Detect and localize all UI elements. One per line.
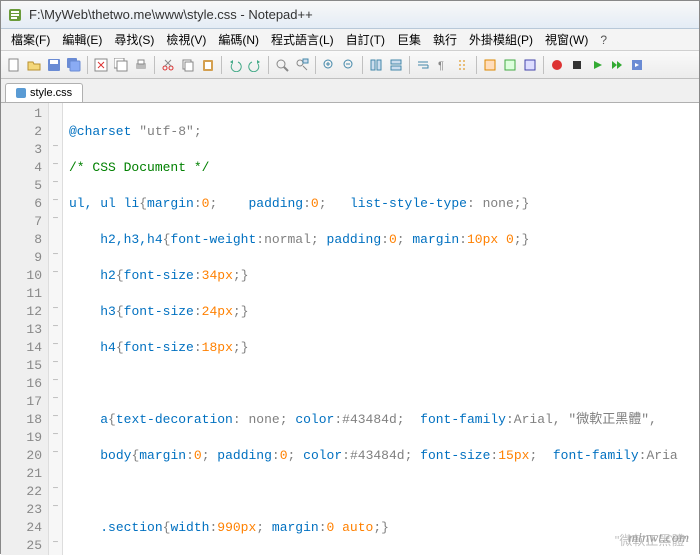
menu-search[interactable]: 尋找(S): [108, 29, 160, 50]
paste-button[interactable]: [199, 56, 217, 74]
line-number-gutter: 1234567891011121314151617181920212223242…: [1, 103, 49, 555]
code-area[interactable]: @charset "utf-8"; /* CSS Document */ ul,…: [63, 103, 699, 555]
menu-file[interactable]: 檔案(F): [5, 29, 56, 50]
doc-map-button[interactable]: [501, 56, 519, 74]
toolbar-separator: [409, 56, 410, 74]
tab-bar: style.css: [1, 79, 699, 103]
macro-play-button[interactable]: [588, 56, 606, 74]
cut-button[interactable]: [159, 56, 177, 74]
indent-guide-button[interactable]: [454, 56, 472, 74]
menu-encoding[interactable]: 編碼(N): [212, 29, 265, 50]
find-button[interactable]: [273, 56, 291, 74]
toolbar-separator: [154, 56, 155, 74]
zoom-out-button[interactable]: [340, 56, 358, 74]
sync-v-button[interactable]: [367, 56, 385, 74]
print-button[interactable]: [132, 56, 150, 74]
svg-text:¶: ¶: [438, 60, 444, 72]
menu-plugins[interactable]: 外掛模組(P): [463, 29, 539, 50]
open-file-button[interactable]: [25, 56, 43, 74]
save-button[interactable]: [45, 56, 63, 74]
macro-stop-button[interactable]: [568, 56, 586, 74]
editor[interactable]: 1234567891011121314151617181920212223242…: [1, 103, 699, 555]
menu-language[interactable]: 程式語言(L): [265, 29, 340, 50]
toolbar: ¶: [1, 51, 699, 79]
menu-run[interactable]: 執行: [427, 29, 463, 50]
tab-stylecss[interactable]: style.css: [5, 83, 83, 102]
toolbar-separator: [315, 56, 316, 74]
macro-record-button[interactable]: [548, 56, 566, 74]
menu-bar: 檔案(F) 編輯(E) 尋找(S) 檢視(V) 編碼(N) 程式語言(L) 自訂…: [1, 29, 699, 51]
redo-button[interactable]: [246, 56, 264, 74]
save-all-button[interactable]: [65, 56, 83, 74]
undo-button[interactable]: [226, 56, 244, 74]
toolbar-separator: [476, 56, 477, 74]
copy-button[interactable]: [179, 56, 197, 74]
toolbar-separator: [268, 56, 269, 74]
menu-settings[interactable]: 自訂(T): [340, 29, 391, 50]
toolbar-separator: [87, 56, 88, 74]
lang-button[interactable]: [481, 56, 499, 74]
toolbar-separator: [221, 56, 222, 74]
close-all-button[interactable]: [112, 56, 130, 74]
menu-window[interactable]: 視窗(W): [539, 29, 594, 50]
wrap-button[interactable]: [414, 56, 432, 74]
close-button[interactable]: [92, 56, 110, 74]
macro-play-multi-button[interactable]: [608, 56, 626, 74]
toolbar-separator: [362, 56, 363, 74]
func-list-button[interactable]: [521, 56, 539, 74]
menu-edit[interactable]: 編輯(E): [56, 29, 108, 50]
menu-view[interactable]: 檢視(V): [160, 29, 212, 50]
macro-save-button[interactable]: [628, 56, 646, 74]
file-icon: [16, 88, 26, 98]
zoom-in-button[interactable]: [320, 56, 338, 74]
sync-h-button[interactable]: [387, 56, 405, 74]
new-file-button[interactable]: [5, 56, 23, 74]
toolbar-separator: [543, 56, 544, 74]
menu-macro[interactable]: 巨集: [391, 29, 427, 50]
show-all-chars-button[interactable]: ¶: [434, 56, 452, 74]
title-bar: F:\MyWeb\thetwo.me\www\style.css - Notep…: [1, 1, 699, 29]
fold-gutter: −−−−−−−−−−−−−−−−−−−: [49, 103, 63, 555]
window-title: F:\MyWeb\thetwo.me\www\style.css - Notep…: [29, 7, 313, 22]
menu-help[interactable]: ?: [594, 31, 613, 49]
app-icon: [7, 7, 23, 23]
tab-label: style.css: [30, 87, 72, 99]
replace-button[interactable]: [293, 56, 311, 74]
